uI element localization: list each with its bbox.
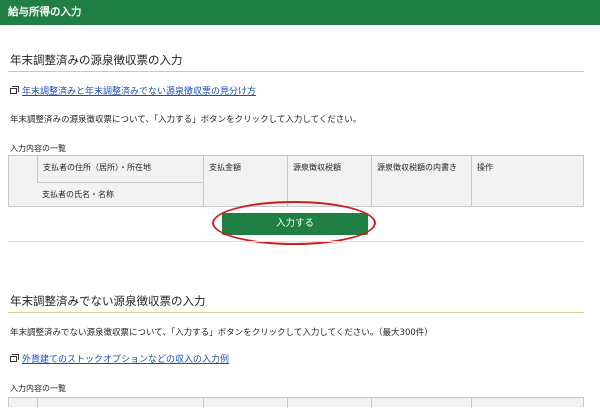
guide-link-text[interactable]: 年末調整済みと年末調整済みでない源泉徴収票の見分け方 [22, 84, 256, 97]
table-column-divider [371, 398, 372, 408]
list-label: 入力内容の一覧 [10, 384, 66, 393]
section-title-not-adjusted: 年末調整済みでない源泉徴収票の入力 [10, 294, 206, 308]
entry-table: 支払者の住所（居所）・所在地 支払者の氏名・名称 支払金額 源泉徴収税額 源泉徴… [8, 155, 584, 207]
input-button[interactable]: 入力する [222, 213, 368, 235]
header-payer-address: 支払者の住所（居所）・所在地 [37, 156, 203, 182]
header-amount: 支払金額 [203, 156, 287, 206]
header-withholding-detail: 源泉徴収税額の内書き [371, 156, 471, 206]
section-divider [8, 312, 584, 313]
page-title: 給与所得の入力 [8, 6, 82, 18]
section-description: 年末調整済みの源泉徴収票について、「入力する」ボタンをクリックして入力してくださ… [10, 115, 362, 125]
table-column-divider [203, 398, 204, 408]
table-column-divider [37, 398, 38, 408]
section-description: 年末調整済みでない源泉徴収票について、「入力する」ボタンをクリックして入力してく… [10, 328, 433, 338]
entry-table [8, 397, 584, 408]
header-withholding: 源泉徴収税額 [287, 156, 371, 206]
section-divider [8, 71, 584, 72]
example-link[interactable]: 外貨建てのストックオプションなどの収入の入力例 [10, 352, 229, 365]
table-bottom-rule [8, 241, 584, 242]
example-link-text[interactable]: 外貨建てのストックオプションなどの収入の入力例 [22, 352, 229, 365]
external-link-icon [10, 85, 19, 94]
external-link-icon [10, 353, 19, 362]
list-label: 入力内容の一覧 [10, 144, 66, 153]
page-header: 給与所得の入力 [0, 0, 600, 25]
header-payer-name: 支払者の氏名・名称 [42, 190, 114, 199]
section-title-adjusted: 年末調整済みの源泉徴収票の入力 [10, 53, 183, 67]
guide-link[interactable]: 年末調整済みと年末調整済みでない源泉徴収票の見分け方 [10, 84, 256, 97]
header-operation: 操作 [471, 156, 583, 206]
table-column-divider [287, 398, 288, 408]
table-column-divider [471, 398, 472, 408]
